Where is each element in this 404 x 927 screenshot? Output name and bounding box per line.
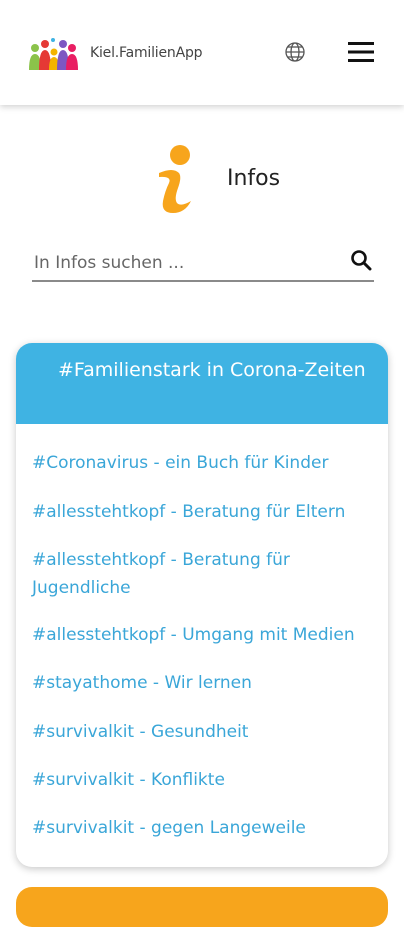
info-link[interactable]: #survivalkit - Konflikte bbox=[32, 766, 372, 794]
info-link[interactable]: #stayathome - Wir lernen bbox=[32, 669, 372, 697]
info-category-card: #Familienstark in Corona-Zeiten #Coronav… bbox=[16, 343, 388, 867]
info-link[interactable]: #survivalkit - Gesundheit bbox=[32, 718, 372, 746]
info-icon bbox=[155, 143, 195, 219]
hamburger-menu-icon[interactable] bbox=[348, 42, 374, 66]
next-category-card[interactable] bbox=[16, 887, 388, 927]
family-logo-icon[interactable] bbox=[27, 36, 79, 78]
globe-icon[interactable] bbox=[284, 41, 306, 67]
info-link[interactable]: #allesstehtkopf - Beratung für Jugendlic… bbox=[32, 546, 372, 602]
search-input[interactable] bbox=[32, 248, 336, 278]
search-field[interactable] bbox=[32, 248, 374, 282]
brand-name: Kiel.FamilienApp bbox=[90, 45, 203, 61]
page-title: Infos bbox=[227, 166, 281, 191]
info-link[interactable]: #allesstehtkopf - Umgang mit Medien bbox=[32, 621, 372, 649]
info-link[interactable]: #survivalkit - gegen Langeweile bbox=[32, 814, 372, 842]
app-header: Kiel.FamilienApp bbox=[0, 0, 404, 105]
search-icon[interactable] bbox=[350, 249, 372, 275]
info-link[interactable]: #Coronavirus - ein Buch für Kinder bbox=[32, 449, 372, 477]
info-link[interactable]: #allesstehtkopf - Beratung für Eltern bbox=[32, 498, 372, 526]
card-title: #Familienstark in Corona-Zeiten bbox=[16, 343, 388, 424]
